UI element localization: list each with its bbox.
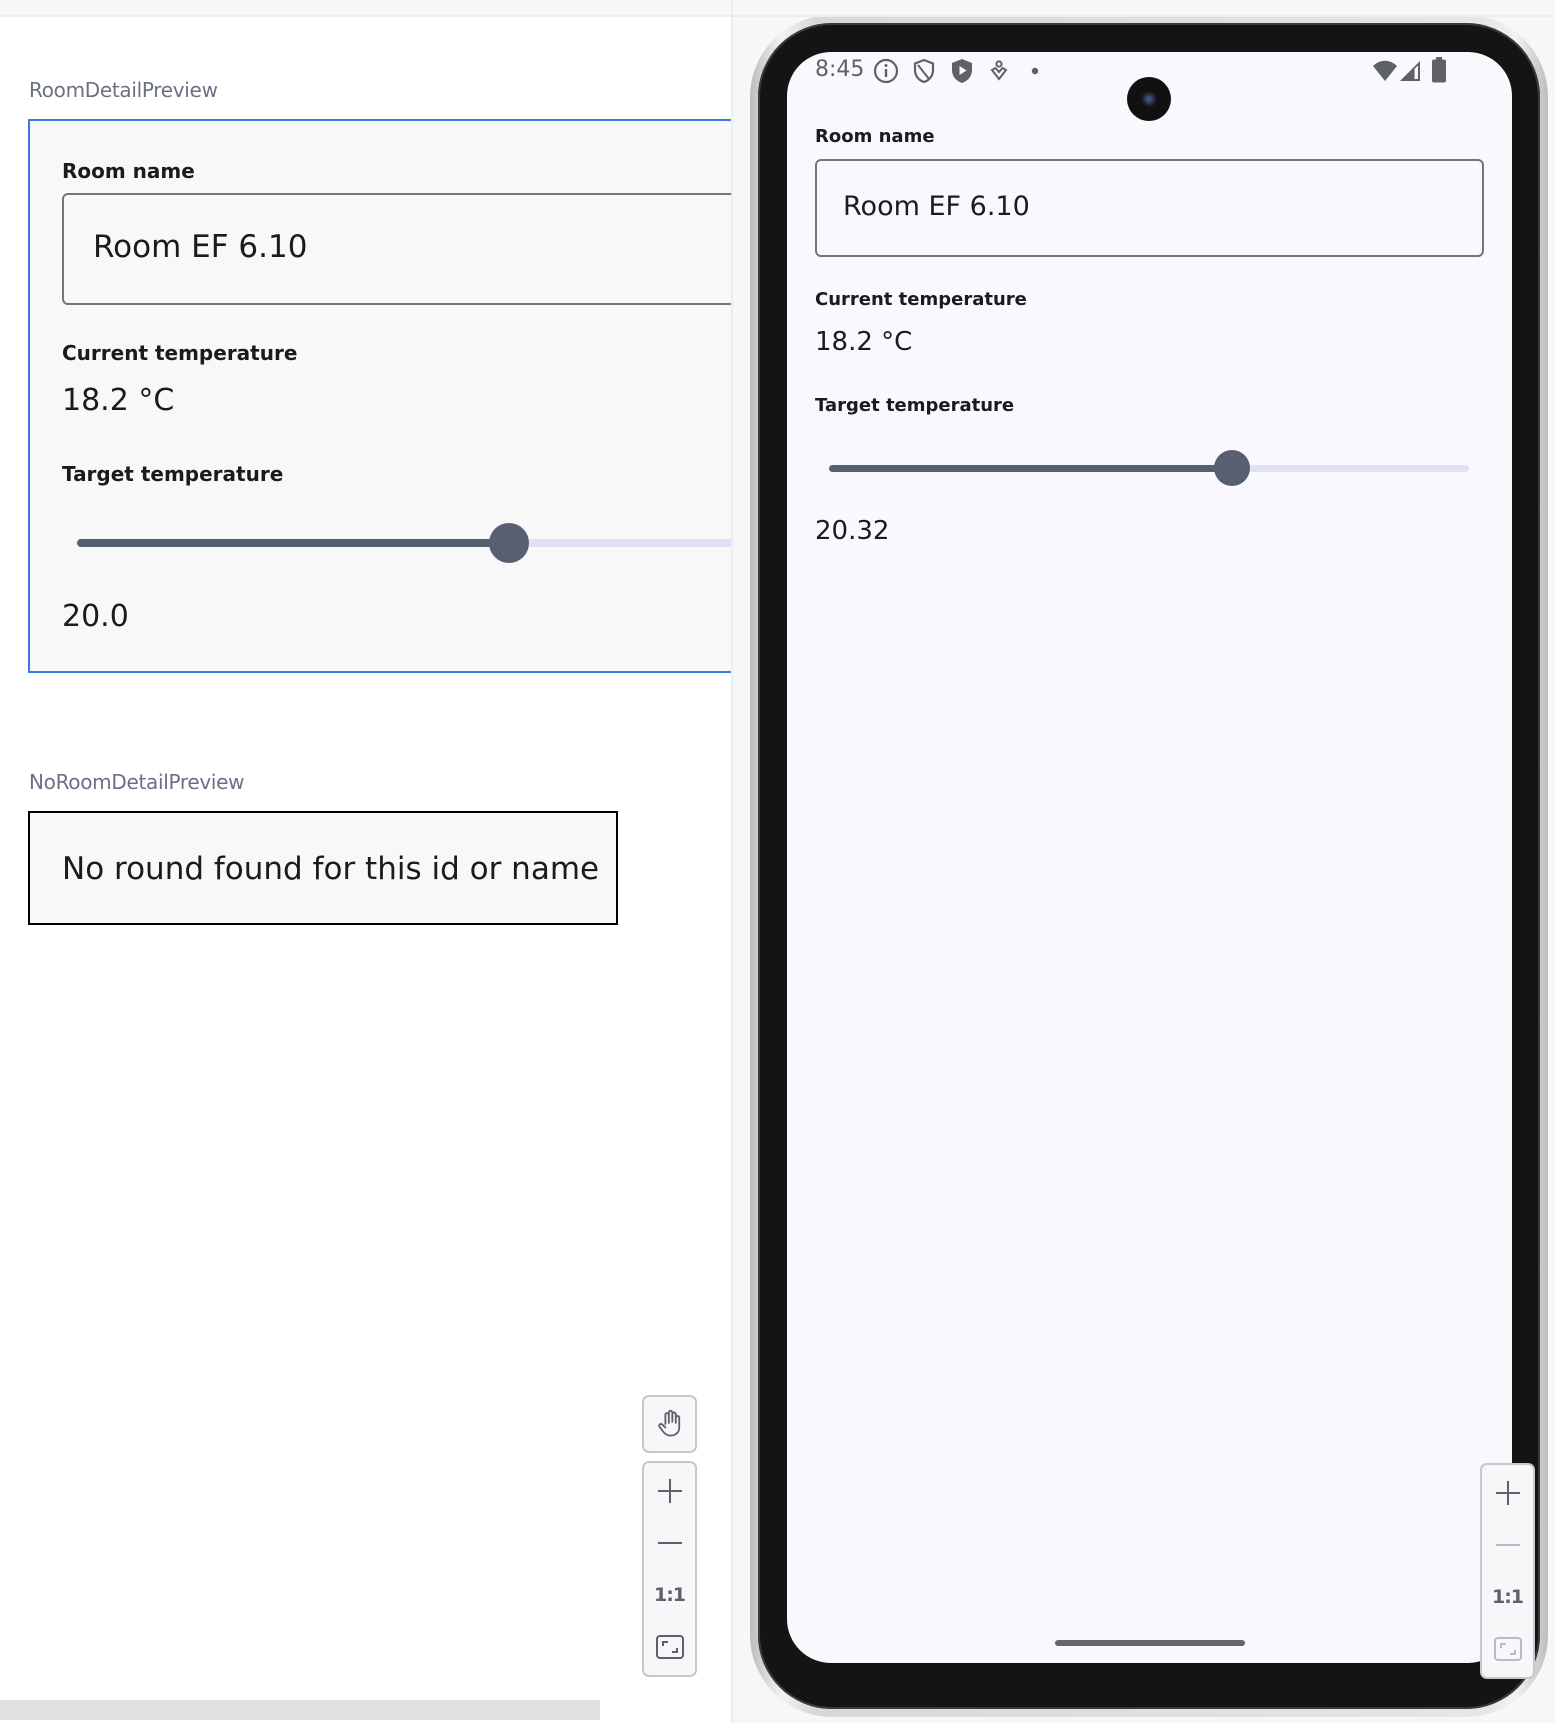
status-time: 8:45 <box>815 57 865 82</box>
battery-icon <box>1432 57 1446 83</box>
room-detail-preview-card[interactable]: Room name Room EF 6.10 Current temperatu… <box>28 119 731 673</box>
slider-thumb[interactable] <box>489 523 529 563</box>
fit-screen-icon <box>1493 1637 1522 1661</box>
signal-icon <box>1400 61 1420 81</box>
room-name-field[interactable]: Room EF 6.10 <box>62 193 731 305</box>
wifi-icon <box>1373 60 1397 81</box>
accessibility-icon <box>990 60 1008 81</box>
fit-screen-button[interactable] <box>1482 1627 1533 1671</box>
fit-screen-button[interactable] <box>644 1625 695 1669</box>
current-temperature-label: Current temperature <box>815 289 1027 310</box>
no-room-detail-preview-card[interactable]: No round found for this id or name <box>28 811 618 925</box>
fit-screen-icon <box>655 1635 684 1659</box>
notification-dot-icon <box>1031 67 1039 75</box>
preview-panel: RoomDetailPreview Room name Room EF 6.10… <box>0 17 731 1723</box>
slider-track-active <box>829 465 1233 472</box>
actual-size-label: 1:1 <box>1491 1586 1524 1608</box>
camera-cutout <box>1127 77 1171 121</box>
target-temperature-value: 20.0 <box>62 599 129 634</box>
slider-track-active <box>77 539 509 547</box>
device-panel: 8:45 Room name Room EF 6.10 Current temp… <box>733 17 1555 1723</box>
home-indicator[interactable] <box>1055 1640 1245 1646</box>
target-temperature-slider[interactable] <box>829 449 1469 487</box>
minus-icon <box>1495 1544 1520 1546</box>
hand-icon <box>644 1397 695 1451</box>
target-temperature-label: Target temperature <box>815 395 1015 416</box>
actual-size-button[interactable]: 1:1 <box>1482 1575 1533 1619</box>
zoom-out-button[interactable] <box>644 1521 695 1565</box>
device-zoom-controls: 1:1 <box>1480 1463 1535 1679</box>
plus-icon <box>1495 1481 1520 1505</box>
minus-icon <box>657 1542 682 1544</box>
preview-title-room-detail: RoomDetailPreview <box>29 78 218 102</box>
current-temperature-label: Current temperature <box>62 341 298 365</box>
slider-thumb[interactable] <box>1214 450 1251 486</box>
preview-title-no-room-detail: NoRoomDetailPreview <box>29 770 245 794</box>
zoom-out-button[interactable] <box>1482 1523 1533 1567</box>
phone-screen[interactable]: 8:45 Room name Room EF 6.10 Current temp… <box>787 52 1512 1663</box>
zoom-controls: 1:1 <box>642 1461 697 1677</box>
no-room-message: No round found for this id or name <box>62 851 600 887</box>
room-name-value: Room EF 6.10 <box>843 191 1030 222</box>
zoom-in-button[interactable] <box>1482 1471 1533 1515</box>
camera-lens <box>1141 91 1157 107</box>
room-name-label: Room name <box>815 126 935 147</box>
room-name-field[interactable]: Room EF 6.10 <box>815 159 1484 257</box>
target-temperature-value: 20.32 <box>815 516 890 546</box>
target-temperature-slider[interactable] <box>77 521 731 565</box>
zoom-in-button[interactable] <box>644 1469 695 1513</box>
actual-size-label: 1:1 <box>653 1584 686 1606</box>
room-name-label: Room name <box>62 159 195 183</box>
phone-frame: 8:45 Room name Room EF 6.10 Current temp… <box>750 17 1548 1717</box>
top-toolbar-strip <box>0 0 1555 17</box>
info-icon <box>873 58 899 84</box>
horizontal-scrollbar[interactable] <box>0 1700 600 1720</box>
shield-outline-icon <box>913 58 935 84</box>
shield-play-icon <box>952 59 972 83</box>
pan-button[interactable] <box>642 1395 697 1453</box>
current-temperature-value: 18.2 °C <box>815 327 913 357</box>
room-name-value: Room EF 6.10 <box>93 229 308 265</box>
current-temperature-value: 18.2 °C <box>62 383 175 418</box>
target-temperature-label: Target temperature <box>62 462 284 486</box>
actual-size-button[interactable]: 1:1 <box>644 1573 695 1617</box>
plus-icon <box>657 1479 682 1503</box>
